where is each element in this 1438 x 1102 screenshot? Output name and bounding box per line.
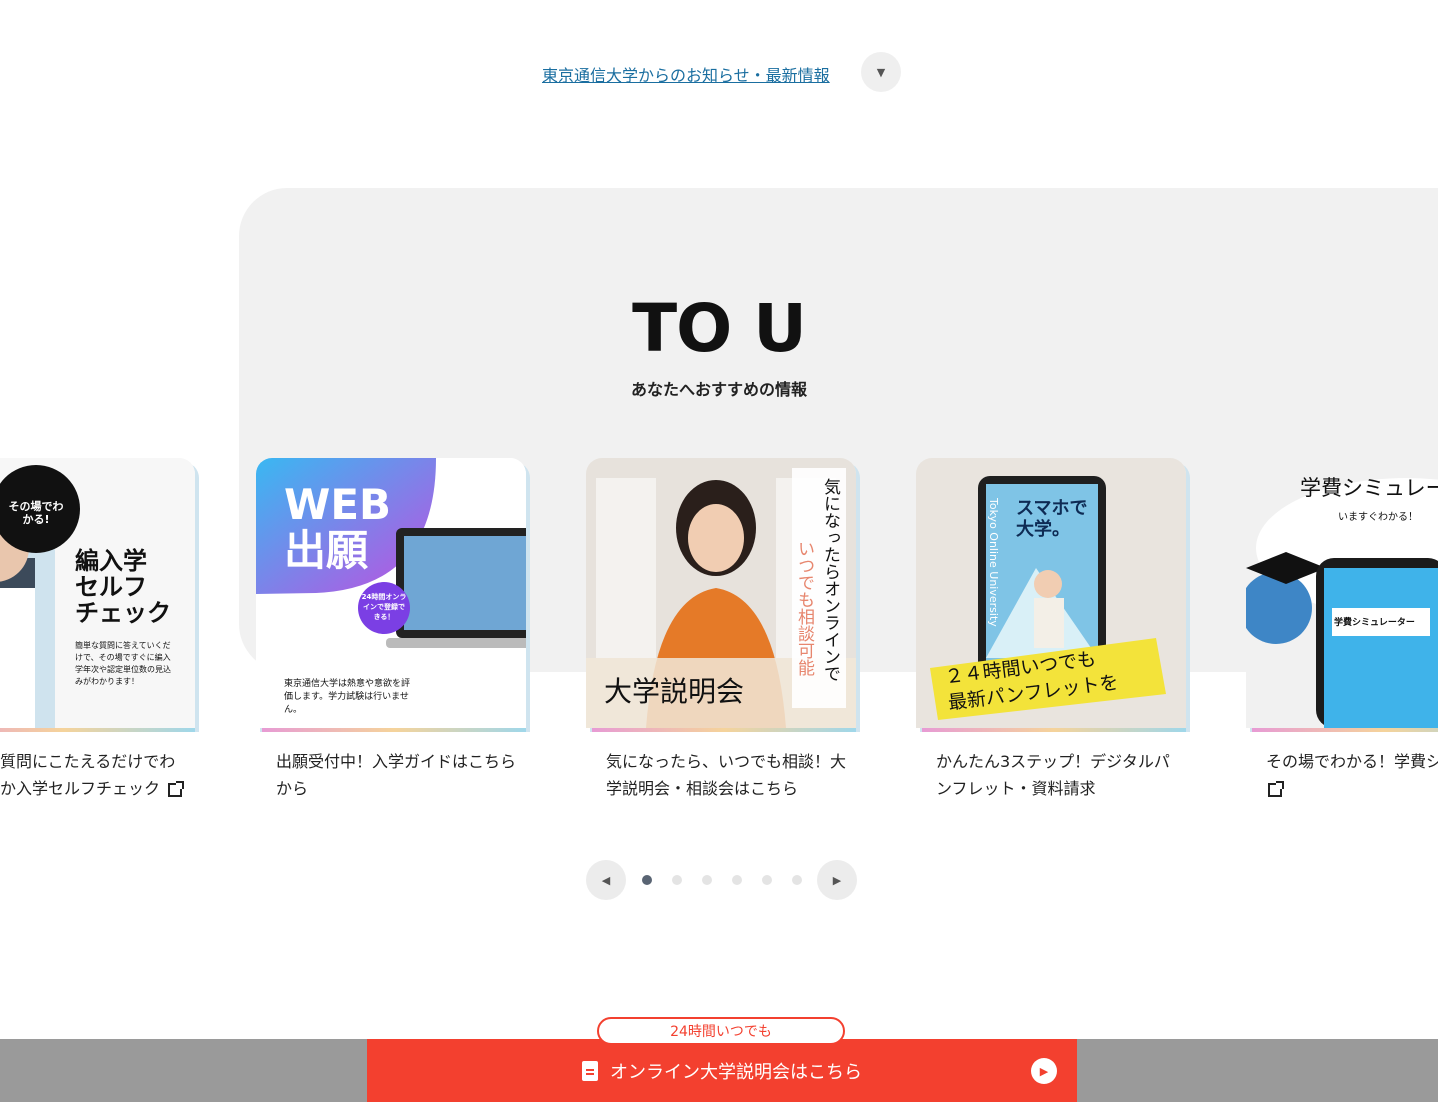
card-image-title: 編入学 セルフ チェック — [75, 547, 171, 627]
card-image: WEB 出願 24時間オンラインで登録できる！ 東京通信大学は熱意や意欲を評価し… — [256, 458, 526, 728]
arrow-right-icon: ▶ — [832, 873, 842, 887]
card-image-badge: 24時間オンラインで登録できる！ — [361, 593, 407, 621]
carousel-dot[interactable] — [762, 875, 772, 885]
carousel-card[interactable]: 大学説明会 気になったらオンラインで いつでも相談可能 気になったら、いつでも相… — [586, 458, 861, 808]
card-underline — [0, 728, 195, 732]
document-icon — [582, 1060, 598, 1081]
carousel-pager: ◀ ▶ — [586, 860, 858, 900]
carousel-next-button[interactable]: ▶ — [817, 860, 857, 900]
carousel-dot[interactable] — [702, 875, 712, 885]
cta-badge: 24時間いつでも — [597, 1017, 845, 1051]
carousel-prev-button[interactable]: ◀ — [586, 860, 626, 900]
card-image-note: 簡単な質問に答えていくだけで、その場ですぐに編入学年次や認定単位数の見込みがわか… — [75, 641, 171, 686]
carousel-card[interactable]: WEB 出願 24時間オンラインで登録できる！ 東京通信大学は熱意や意欲を評価し… — [256, 458, 531, 808]
recommend-carousel: その場でわかる! 編入学 セルフ チェック 簡単な質問に答えていくだけで、その場… — [0, 458, 1438, 818]
card-caption: その場でわかる！学費シ — [1266, 748, 1438, 802]
cta-label: オンライン大学説明会はこちら — [610, 1061, 862, 1083]
card-image-note: いつでも相談可能 — [794, 540, 814, 676]
carousel-card[interactable]: スマホで大学。 Tokyo Online University ２４時間いつでも… — [916, 458, 1191, 808]
card-underline — [262, 728, 526, 732]
news-section: 東京通信大学からのお知らせ・最新情報 ▼ — [0, 52, 1438, 92]
card-caption: 質問にこたえるだけでわか入学セルフチェック — [0, 748, 190, 802]
card-image-note: Tokyo Online University — [987, 498, 1000, 627]
card-image-note: 学費シミュレーター — [1334, 618, 1415, 628]
card-image-note: 東京通信大学は熱意や意欲を評価します。学力試験は行いません。 — [284, 679, 411, 715]
carousel-dot[interactable] — [732, 875, 742, 885]
card-image-badge: その場でわかる! — [8, 500, 64, 526]
carousel-dot[interactable] — [672, 875, 682, 885]
card-underline — [922, 728, 1186, 732]
carousel-dot[interactable] — [792, 875, 802, 885]
card-image-title: 大学説明会 — [604, 675, 745, 708]
chevron-down-icon: ▼ — [876, 65, 886, 79]
card-caption-text: 気になったら、いつでも相談！大学説明会・相談会はこちら — [606, 752, 847, 798]
card-caption-text: 出願受付中！入学ガイドはこちらから — [276, 752, 517, 798]
card-caption: 出願受付中！入学ガイドはこちらから — [276, 748, 526, 802]
card-underline — [1252, 728, 1438, 732]
card-image-badge: 気になったらオンラインで — [820, 478, 840, 682]
section-title: TO U — [632, 290, 807, 367]
card-caption: かんたん3ステップ！デジタルパンフレット・資料請求 — [936, 748, 1186, 802]
carousel-card[interactable]: 学費シミュレー いますぐわかる！ 学費シミュレーター その場でわかる！学費シ — [1246, 458, 1438, 808]
carousel-dot[interactable] — [642, 875, 652, 885]
play-icon: ▶ — [1031, 1058, 1057, 1084]
card-image-title: WEB 出願 — [284, 480, 392, 575]
card-image: 学費シミュレー いますぐわかる！ 学費シミュレーター — [1246, 458, 1438, 728]
card-image: 大学説明会 気になったらオンラインで いつでも相談可能 — [586, 458, 856, 728]
section-subtitle: あなたへおすすめの情報 — [630, 380, 807, 399]
card-image-title: 学費シミュレー — [1300, 476, 1438, 500]
news-link[interactable]: 東京通信大学からのお知らせ・最新情報 — [542, 62, 830, 86]
card-caption: 気になったら、いつでも相談！大学説明会・相談会はこちら — [606, 748, 856, 802]
news-toggle-button[interactable]: ▼ — [861, 52, 901, 92]
card-image-badge: いますぐわかる！ — [1338, 512, 1418, 523]
arrow-left-icon: ◀ — [601, 873, 611, 887]
card-underline — [592, 728, 856, 732]
card-image-badge: スマホで大学。 — [1016, 498, 1088, 540]
card-caption-text: かんたん3ステップ！デジタルパンフレット・資料請求 — [936, 752, 1170, 798]
carousel-card[interactable]: その場でわかる! 編入学 セルフ チェック 簡単な質問に答えていくだけで、その場… — [0, 458, 200, 808]
card-image: スマホで大学。 Tokyo Online University ２４時間いつでも… — [916, 458, 1186, 728]
card-image: その場でわかる! 編入学 セルフ チェック 簡単な質問に答えていくだけで、その場… — [0, 458, 195, 728]
card-caption-text: 質問にこたえるだけでわか入学セルフチェック — [0, 752, 176, 798]
external-link-icon — [1268, 780, 1284, 797]
external-link-icon — [168, 780, 185, 797]
card-caption-text: その場でわかる！学費シ — [1266, 752, 1438, 771]
